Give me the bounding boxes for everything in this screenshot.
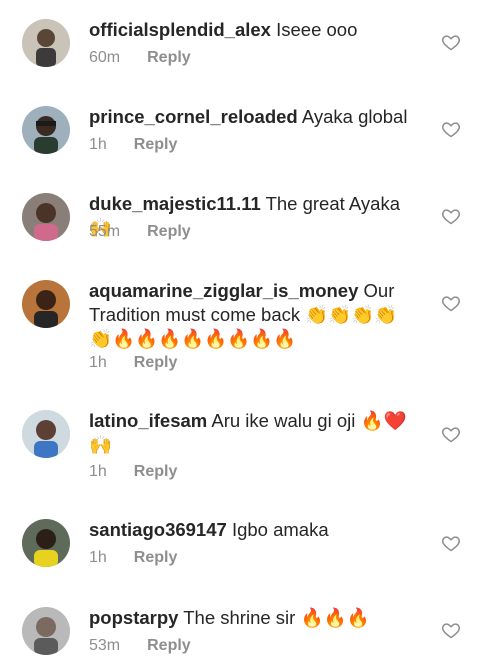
comment-timestamp: 1h: [89, 463, 107, 480]
reply-button[interactable]: Reply: [147, 49, 191, 67]
heart-outline-icon[interactable]: [441, 620, 461, 640]
comment-username[interactable]: popstarpy: [89, 607, 178, 628]
comment-text: Ayaka global: [301, 106, 408, 127]
heart-outline-icon[interactable]: [441, 533, 461, 553]
heart-outline-icon[interactable]: [441, 424, 461, 444]
comment-timestamp: 1h: [89, 549, 107, 566]
comment-text: The shrine sir 🔥🔥🔥: [183, 607, 370, 628]
comment-username[interactable]: duke_majestic11.11: [89, 193, 261, 214]
comment-timestamp: 55m: [89, 223, 121, 240]
avatar[interactable]: [22, 607, 70, 655]
comment-timestamp: 1h: [89, 354, 107, 371]
avatar[interactable]: [22, 519, 70, 567]
comment-username[interactable]: latino_ifesam: [89, 410, 207, 431]
reply-button[interactable]: Reply: [147, 637, 191, 655]
comments-list: officialsplendid_alex Iseee ooo 60m Repl…: [0, 0, 490, 670]
comment-timestamp: 60m: [89, 49, 121, 66]
reply-button[interactable]: Reply: [147, 223, 191, 241]
comment-username[interactable]: prince_cornel_reloaded: [89, 106, 298, 127]
reply-button[interactable]: Reply: [134, 354, 178, 372]
comment-username[interactable]: santiago369147: [89, 519, 227, 540]
comment-text: Iseee ooo: [276, 19, 358, 40]
comment-timestamp: 1h: [89, 136, 107, 153]
heart-outline-icon[interactable]: [441, 119, 461, 139]
heart-outline-icon[interactable]: [441, 206, 461, 226]
reply-button[interactable]: Reply: [134, 549, 178, 567]
comment-username[interactable]: officialsplendid_alex: [89, 19, 271, 40]
reply-button[interactable]: Reply: [134, 136, 178, 154]
avatar[interactable]: [22, 193, 70, 241]
avatar[interactable]: [22, 19, 70, 67]
heart-outline-icon[interactable]: [441, 32, 461, 52]
comment-timestamp: 53m: [89, 637, 121, 654]
reply-button[interactable]: Reply: [134, 463, 178, 481]
heart-outline-icon[interactable]: [441, 293, 461, 313]
avatar[interactable]: [22, 106, 70, 154]
avatar[interactable]: [22, 280, 70, 328]
comment-text: Igbo amaka: [231, 519, 329, 540]
avatar[interactable]: [22, 410, 70, 458]
comment-username[interactable]: aquamarine_zigglar_is_money: [89, 280, 358, 301]
